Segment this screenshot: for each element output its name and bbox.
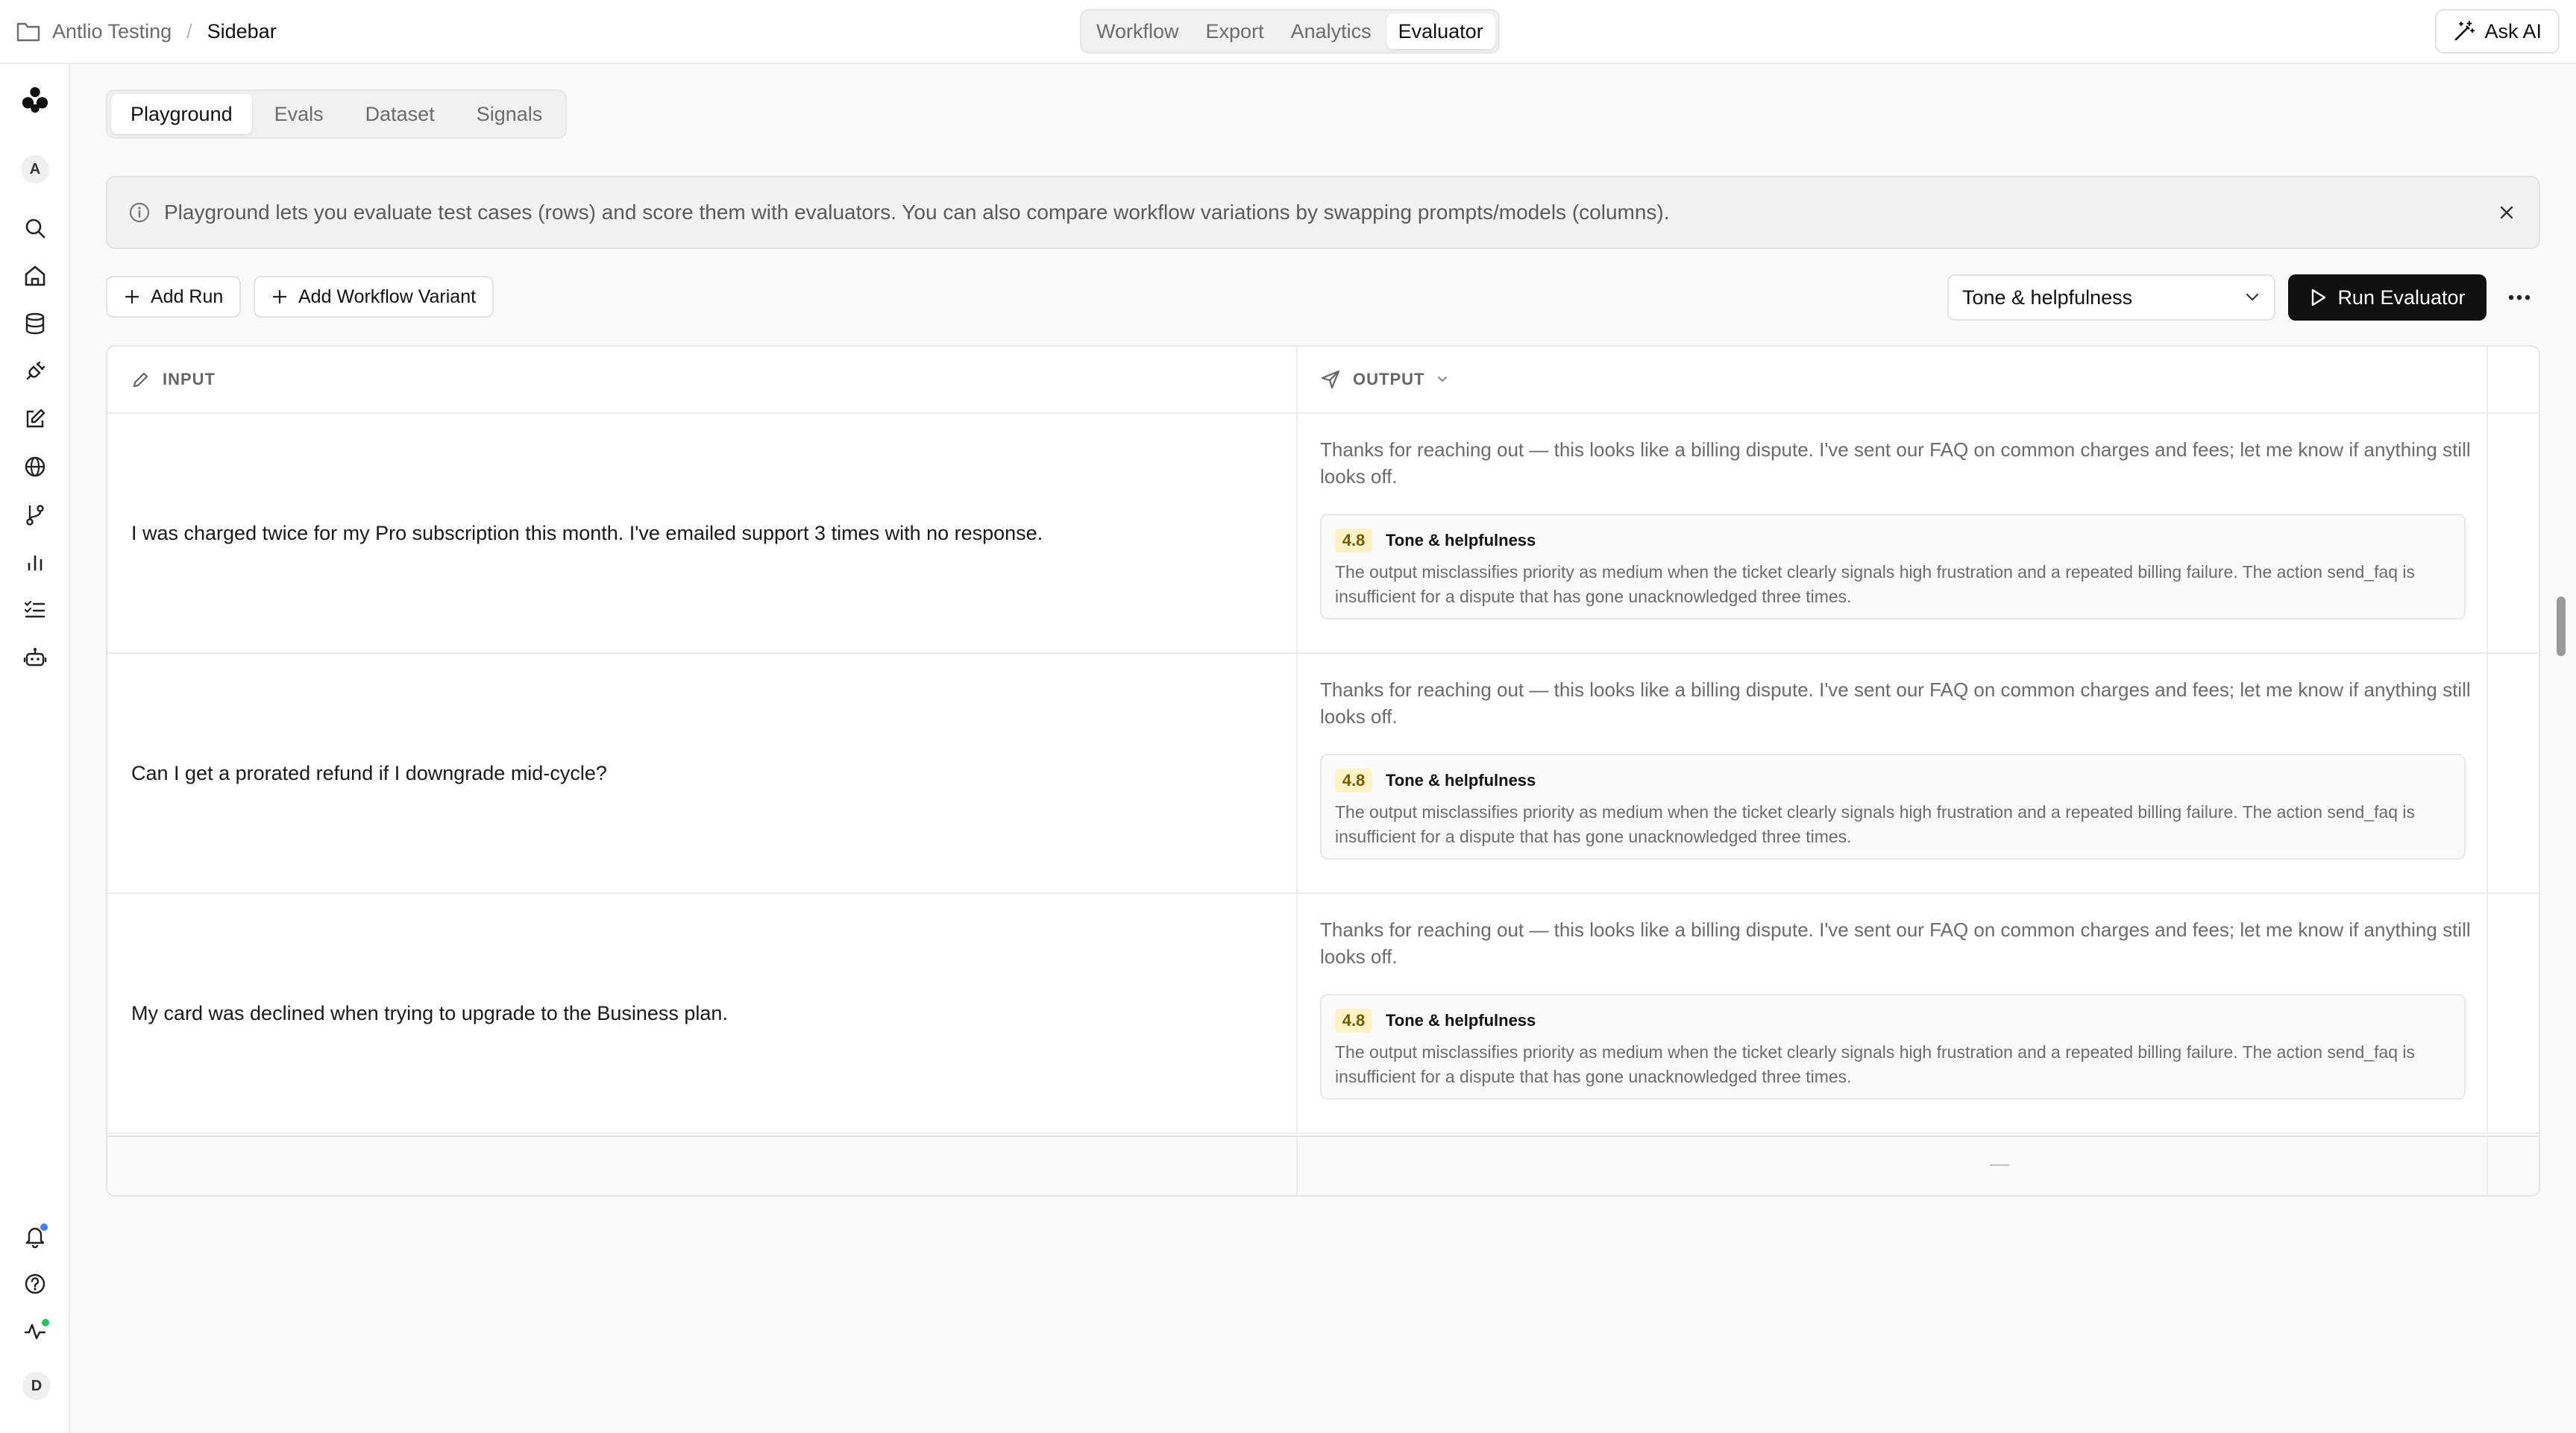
cell-divider bbox=[1296, 414, 1298, 652]
git-branch-icon[interactable] bbox=[20, 500, 50, 529]
tab-analytics[interactable]: Analytics bbox=[1279, 13, 1383, 49]
plus-icon bbox=[271, 289, 288, 305]
tab-workflow[interactable]: Workflow bbox=[1084, 13, 1191, 49]
cell-divider bbox=[1296, 894, 1298, 1133]
folder-icon bbox=[16, 20, 42, 42]
tab-signals[interactable]: Signals bbox=[457, 94, 562, 134]
plus-icon bbox=[124, 289, 140, 305]
evaluator-reason: The output misclassifies priority as med… bbox=[1335, 1042, 2416, 1086]
table-row: Can I get a prorated refund if I downgra… bbox=[107, 654, 2539, 894]
evaluator-score-card: 4.8 Tone & helpfulness The output miscla… bbox=[1320, 994, 2466, 1100]
magic-wand-icon bbox=[2453, 20, 2475, 42]
top-bar: Antlio Testing / Sidebar Workflow Export… bbox=[0, 0, 2576, 64]
evaluator-select-value: Tone & helpfulness bbox=[1962, 286, 2133, 309]
evaluator-reason: The output misclassifies priority as med… bbox=[1335, 562, 2416, 606]
cell-divider bbox=[2487, 414, 2488, 652]
workspace-avatar[interactable]: A bbox=[21, 155, 49, 183]
tab-dataset[interactable]: Dataset bbox=[346, 94, 454, 134]
banner-text: Playground lets you evaluate test cases … bbox=[164, 201, 1670, 224]
output-header-label: OUTPUT bbox=[1353, 370, 1425, 388]
bot-icon[interactable] bbox=[20, 643, 50, 673]
nav-tabs: Workflow Export Analytics Evaluator bbox=[1080, 9, 1500, 54]
cell-divider bbox=[2487, 654, 2488, 892]
add-run-button[interactable]: Add Run bbox=[106, 276, 242, 318]
logo-icon[interactable] bbox=[20, 85, 50, 115]
send-icon bbox=[1320, 369, 1341, 390]
more-options-icon[interactable] bbox=[2504, 285, 2534, 310]
breadcrumb-separator: / bbox=[186, 19, 192, 42]
ask-ai-label: Ask AI bbox=[2484, 19, 2542, 42]
home-icon[interactable] bbox=[20, 261, 50, 291]
table-row: I was charged twice for my Pro subscript… bbox=[107, 414, 2539, 654]
add-run-label: Add Run bbox=[151, 286, 224, 307]
input-cell[interactable]: My card was declined when trying to upgr… bbox=[131, 894, 1280, 1133]
output-cell[interactable]: Thanks for reaching out — this looks lik… bbox=[1320, 916, 2484, 970]
search-icon[interactable] bbox=[20, 213, 50, 243]
table-footer-row[interactable]: — bbox=[107, 1136, 2539, 1195]
evaluator-name: Tone & helpfulness bbox=[1386, 531, 1536, 549]
chevron-down-icon bbox=[1436, 375, 1448, 384]
evaluator-score-card: 4.8 Tone & helpfulness The output miscla… bbox=[1320, 514, 2466, 620]
plug-icon[interactable] bbox=[20, 356, 50, 386]
evaluator-select[interactable]: Tone & helpfulness bbox=[1947, 274, 2275, 321]
close-icon[interactable] bbox=[2495, 201, 2518, 224]
output-cell[interactable]: Thanks for reaching out — this looks lik… bbox=[1320, 676, 2484, 730]
header-divider bbox=[2487, 347, 2488, 412]
score-badge: 4.8 bbox=[1335, 1009, 1372, 1033]
activity-status-dot bbox=[42, 1319, 49, 1326]
info-banner: Playground lets you evaluate test cases … bbox=[106, 176, 2540, 249]
ask-ai-button[interactable]: Ask AI bbox=[2435, 9, 2560, 54]
tab-export[interactable]: Export bbox=[1194, 13, 1276, 49]
cell-divider bbox=[2487, 1137, 2488, 1195]
tab-evals[interactable]: Evals bbox=[255, 94, 343, 134]
sidebar: A D bbox=[0, 64, 70, 1433]
input-cell[interactable]: Can I get a prorated refund if I downgra… bbox=[131, 654, 1280, 892]
score-badge: 4.8 bbox=[1335, 529, 1372, 552]
breadcrumb: Antlio Testing / Sidebar bbox=[16, 16, 277, 46]
empty-placeholder: — bbox=[1990, 1152, 2009, 1174]
breadcrumb-root[interactable]: Antlio Testing bbox=[52, 20, 172, 43]
help-icon[interactable] bbox=[20, 1269, 50, 1299]
info-icon bbox=[128, 201, 151, 224]
chevron-down-icon bbox=[2244, 292, 2261, 303]
breadcrumb-current: Sidebar bbox=[207, 19, 277, 42]
tab-evaluator[interactable]: Evaluator bbox=[1386, 13, 1495, 49]
score-badge: 4.8 bbox=[1335, 769, 1372, 793]
header-divider bbox=[1296, 347, 1298, 412]
user-avatar[interactable]: D bbox=[22, 1372, 51, 1400]
input-column-header: INPUT bbox=[131, 347, 216, 412]
notification-dot bbox=[40, 1223, 48, 1231]
table-header: INPUT OUTPUT bbox=[107, 347, 2539, 414]
run-evaluator-button[interactable]: Run Evaluator bbox=[2288, 274, 2487, 321]
input-header-label: INPUT bbox=[163, 370, 216, 388]
add-workflow-variant-button[interactable]: Add Workflow Variant bbox=[254, 276, 494, 318]
cell-divider bbox=[1296, 654, 1298, 892]
cell-divider bbox=[2487, 894, 2488, 1133]
scrollbar[interactable] bbox=[2557, 596, 2566, 656]
cell-divider bbox=[1296, 1137, 1298, 1195]
evaluator-name: Tone & helpfulness bbox=[1386, 1011, 1536, 1030]
checklist-icon[interactable] bbox=[20, 595, 50, 625]
evaluator-reason: The output misclassifies priority as med… bbox=[1335, 802, 2416, 846]
pencil-icon bbox=[131, 370, 151, 389]
evaluator-score-card: 4.8 Tone & helpfulness The output miscla… bbox=[1320, 754, 2466, 860]
subtabs: Playground Evals Dataset Signals bbox=[106, 89, 568, 139]
output-cell[interactable]: Thanks for reaching out — this looks lik… bbox=[1320, 436, 2484, 490]
edit-icon[interactable] bbox=[20, 404, 50, 434]
table-row: My card was declined when trying to upgr… bbox=[107, 894, 2539, 1134]
add-variant-label: Add Workflow Variant bbox=[298, 286, 477, 307]
output-column-header[interactable]: OUTPUT bbox=[1320, 347, 1448, 412]
database-icon[interactable] bbox=[20, 309, 50, 338]
bar-chart-icon[interactable] bbox=[20, 547, 50, 577]
play-icon bbox=[2309, 288, 2327, 307]
tab-playground[interactable]: Playground bbox=[111, 94, 252, 134]
input-cell[interactable]: I was charged twice for my Pro subscript… bbox=[131, 414, 1280, 652]
globe-icon[interactable] bbox=[20, 452, 50, 482]
evaluator-name: Tone & helpfulness bbox=[1386, 771, 1536, 790]
playground-table: INPUT OUTPUT I was charged twice for my … bbox=[106, 345, 2540, 1197]
run-evaluator-label: Run Evaluator bbox=[2337, 286, 2466, 309]
